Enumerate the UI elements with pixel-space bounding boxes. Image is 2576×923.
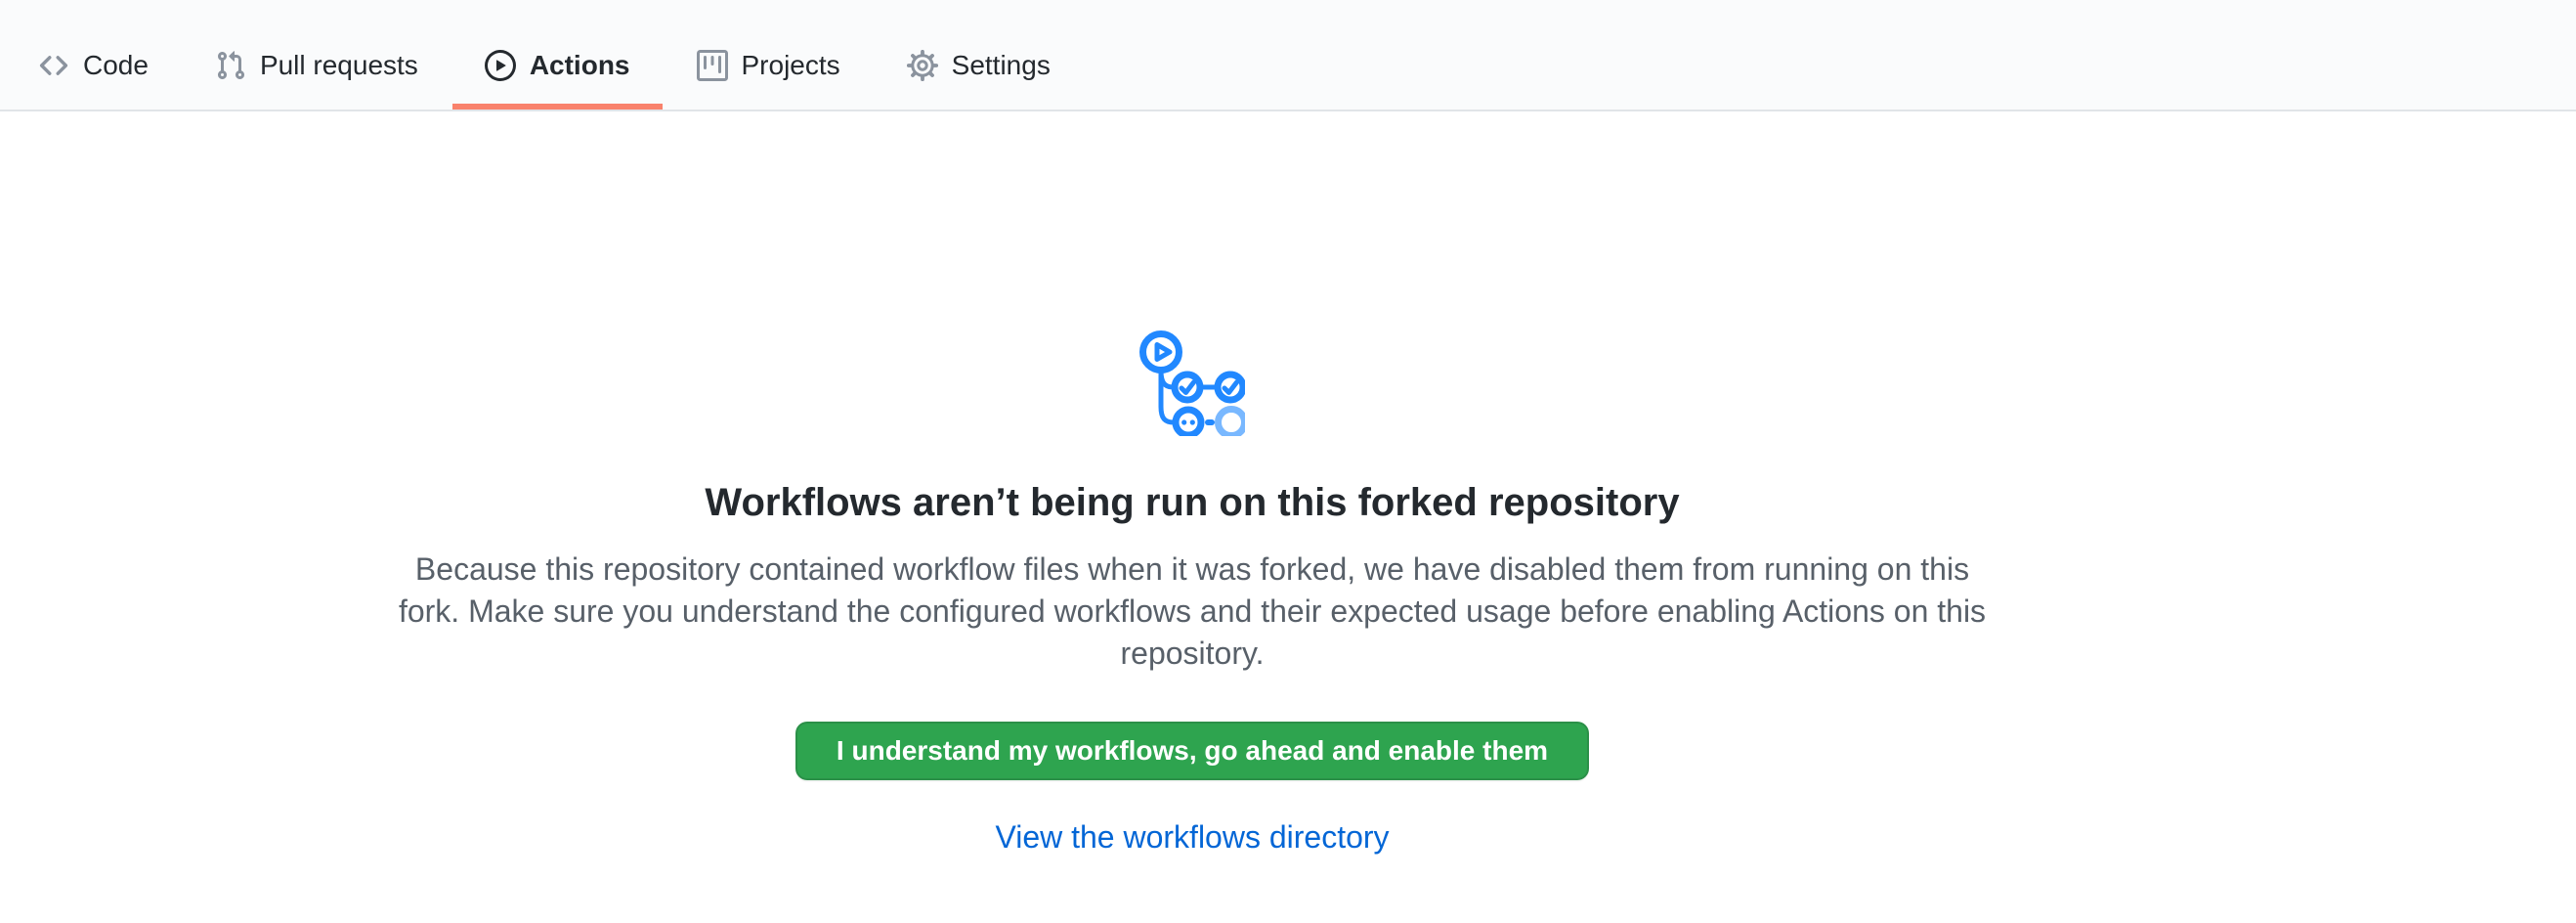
tab-settings[interactable]: Settings: [875, 0, 1083, 110]
tab-projects[interactable]: Projects: [665, 0, 873, 110]
git-pull-request-icon: [215, 50, 246, 81]
tab-label: Actions: [530, 52, 630, 79]
gear-icon: [907, 50, 938, 81]
tab-actions[interactable]: Actions: [452, 0, 663, 110]
blankslate-heading: Workflows aren’t being run on this forke…: [705, 481, 1679, 525]
repo-tab-bar: Code Pull requests Actions Projects: [0, 0, 2576, 111]
tab-label: Settings: [952, 52, 1051, 79]
tab-code[interactable]: Code: [6, 0, 181, 110]
tab-pull-requests[interactable]: Pull requests: [183, 0, 451, 110]
view-workflows-directory-link[interactable]: View the workflows directory: [995, 819, 1389, 856]
code-icon: [38, 50, 69, 81]
tab-label: Code: [83, 52, 149, 79]
project-icon: [697, 50, 728, 81]
workflow-graph-icon: [1139, 330, 1245, 436]
play-icon: [485, 50, 516, 81]
enable-workflows-button[interactable]: I understand my workflows, go ahead and …: [795, 722, 1589, 780]
blankslate-description: Because this repository contained workfl…: [381, 549, 2003, 675]
tab-label: Pull requests: [260, 52, 418, 79]
repository-actions-page: Code Pull requests Actions Projects: [0, 0, 2576, 856]
actions-blankslate: Workflows aren’t being run on this forke…: [0, 111, 2576, 856]
blankslate-content: Workflows aren’t being run on this forke…: [0, 111, 2384, 856]
tab-label: Projects: [742, 52, 840, 79]
